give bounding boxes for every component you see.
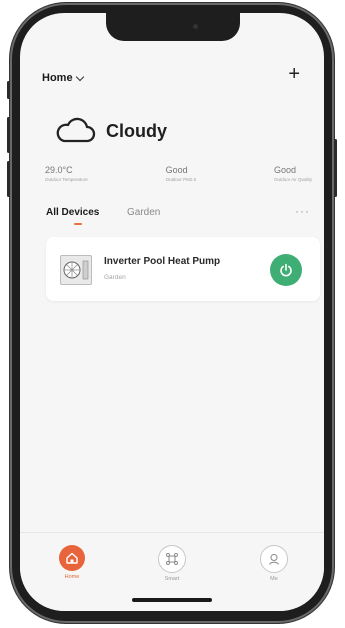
nav-smart[interactable]: Smart <box>152 545 192 582</box>
home-indicator[interactable] <box>132 598 212 602</box>
weather-stats: 29.0°C Outdoor Temperature Good Outdoor … <box>45 165 312 182</box>
smart-icon <box>158 545 186 573</box>
heat-pump-icon <box>60 255 92 285</box>
chevron-down-icon <box>75 72 84 81</box>
cloud-icon <box>56 117 96 143</box>
weather-summary: Cloudy <box>54 117 167 145</box>
home-glyph <box>66 552 78 564</box>
me-glyph <box>269 554 279 565</box>
home-selector[interactable]: Home <box>42 72 84 84</box>
phone-notch <box>106 13 240 41</box>
device-card[interactable]: Inverter Pool Heat Pump Garden <box>46 237 320 301</box>
stat-temperature: 29.0°C Outdoor Temperature <box>45 165 88 182</box>
stat-pm25: Good Outdoor PM2.5 <box>166 165 197 182</box>
heat-pump-graphic <box>63 260 89 280</box>
nav-label: Home <box>64 574 80 580</box>
nav-label: Smart <box>164 576 180 582</box>
stat-label: Outdoor Temperature <box>45 177 88 182</box>
nav-label: Me <box>270 576 278 582</box>
power-icon <box>280 263 292 277</box>
weather-condition: Cloudy <box>106 120 167 141</box>
stat-value: Good <box>165 165 188 175</box>
more-icon[interactable]: ··· <box>295 204 310 218</box>
power-button[interactable] <box>270 254 302 286</box>
camera-dot <box>193 24 198 29</box>
me-icon <box>260 545 288 573</box>
stat-value: 29.0°C <box>45 165 73 175</box>
phone-power-button <box>334 139 337 197</box>
phone-volume-up <box>7 117 10 153</box>
smart-glyph <box>166 553 178 565</box>
device-room: Garden <box>104 274 126 281</box>
bottom-nav: Home Smart Me <box>20 532 324 611</box>
stat-value: Good <box>273 165 296 175</box>
tab-all-devices[interactable]: All Devices <box>46 207 99 218</box>
nav-me[interactable]: Me <box>254 545 294 582</box>
phone-volume-down <box>7 161 10 197</box>
app-screen: Home + Cloudy 29.0°C Outdoor Temperature… <box>20 13 324 611</box>
stat-label: Outdoor Air Quality <box>273 177 312 182</box>
plus-icon[interactable]: + <box>288 64 300 84</box>
stat-air-quality: Good Outdoor Air Quality <box>274 165 312 182</box>
active-tab-indicator <box>74 223 82 225</box>
phone-mute-switch <box>7 81 10 99</box>
tab-garden[interactable]: Garden <box>127 207 160 218</box>
device-name: Inverter Pool Heat Pump <box>104 256 221 267</box>
home-icon <box>59 545 85 571</box>
stat-label: Outdoor PM2.5 <box>165 177 197 182</box>
home-title-label: Home <box>42 72 73 84</box>
room-tabs: All Devices Garden ··· <box>46 204 310 227</box>
app-header: Home + <box>42 64 302 88</box>
nav-home[interactable]: Home <box>52 545 92 580</box>
